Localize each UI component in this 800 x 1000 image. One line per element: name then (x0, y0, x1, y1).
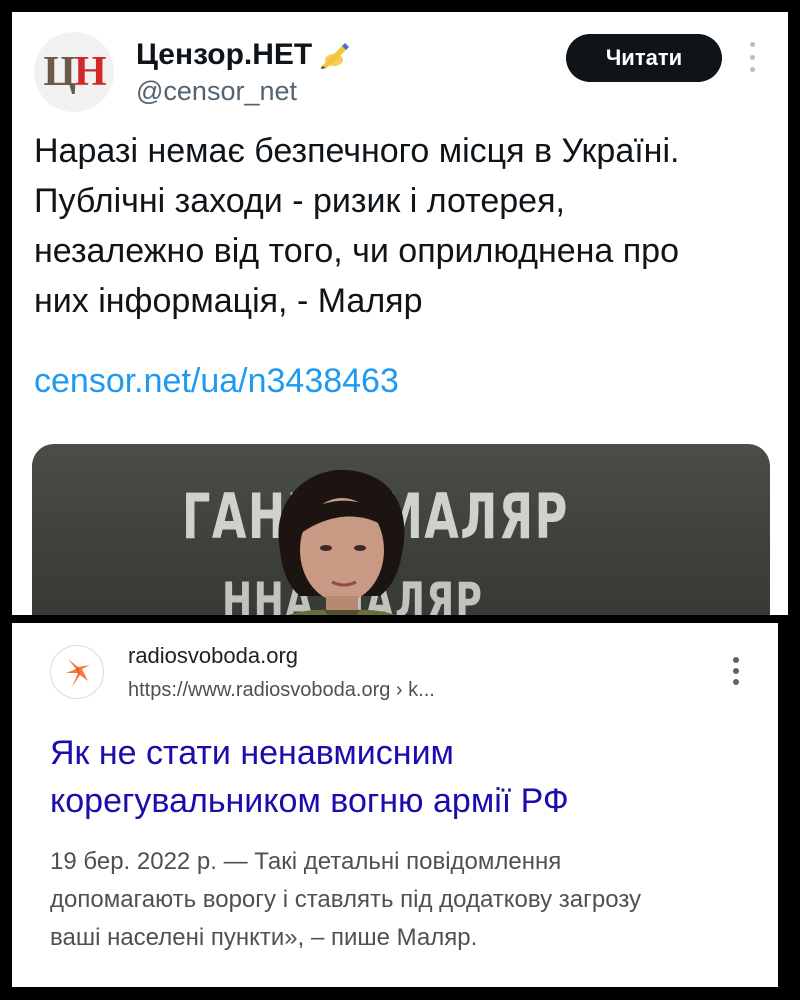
dot (749, 67, 755, 72)
radiosvoboda-favicon[interactable] (50, 645, 104, 699)
user-handle[interactable]: @censor_net (136, 76, 297, 107)
dot (749, 54, 755, 60)
result-more-options-icon[interactable] (730, 657, 742, 685)
tweet-media-image[interactable]: ГАННА МАЛЯР ННА МАЛЯР (32, 444, 770, 615)
collage-frame: ЦН Цензор.НЕТ @censor_net Читати Наразі … (0, 0, 800, 1000)
logo-letter-1: Ц (43, 49, 76, 95)
follow-button[interactable]: Читати (566, 34, 722, 82)
tweet-card: ЦН Цензор.НЕТ @censor_net Читати Наразі … (12, 12, 788, 615)
more-options-icon[interactable] (746, 42, 758, 72)
avatar[interactable]: ЦН (34, 32, 114, 112)
snippet-line: 19 бер. 2022 р. — Такі детальні повідомл… (50, 848, 562, 875)
dot (733, 668, 739, 674)
person-photo (278, 469, 405, 615)
writing-hand-icon (321, 43, 350, 69)
tweet-text-line: Наразі немає безпечного місця в Україні. (34, 132, 680, 170)
result-title-line: корегувальником вогню армії РФ (50, 782, 569, 820)
site-name[interactable]: radiosvoboda.org (128, 643, 298, 669)
dot (733, 657, 739, 663)
snippet-line: ваші населені пункти», – пише Маляр. (50, 924, 478, 951)
result-snippet: 19 бер. 2022 р. — Такі детальні повідомл… (50, 843, 762, 957)
tweet-text: Наразі немає безпечного місця в Україні.… (34, 126, 774, 326)
search-result-card: radiosvoboda.org https://www.radiosvobod… (12, 623, 778, 987)
snippet-line: допомагають ворогу і ставлять під додатк… (50, 886, 642, 913)
display-name[interactable]: Цензор.НЕТ (136, 38, 352, 72)
logo-letter-2: Н (74, 49, 107, 95)
dot (733, 679, 739, 685)
dot (749, 42, 755, 47)
censor-logo: ЦН (43, 49, 107, 95)
result-title-link[interactable]: Як не стати ненавмисним корегувальником … (50, 729, 750, 825)
tweet-text-line: незалежно від того, чи оприлюднена про (34, 232, 679, 270)
tweet-link[interactable]: censor.net/ua/n3438463 (34, 362, 399, 401)
svoboda-logo-icon (66, 659, 90, 687)
display-name-text: Цензор.НЕТ (136, 38, 313, 71)
tweet-text-line: них інформація, - Маляр (34, 282, 423, 320)
result-title-line: Як не стати ненавмисним (50, 734, 454, 772)
tweet-text-line: Публічні заходи - ризик і лотерея, (34, 182, 565, 220)
site-url[interactable]: https://www.radiosvoboda.org › k... (128, 679, 435, 702)
